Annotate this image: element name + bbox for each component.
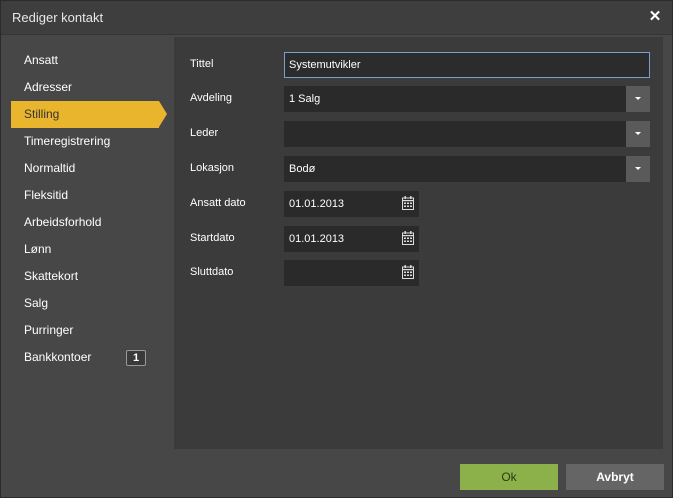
tittel-label: Tittel [190,58,214,70]
avdeling-value: 1 Salg [289,93,321,105]
sidebar-item-label: Purringer [24,323,74,337]
sidebar-item-stilling[interactable]: Stilling [11,101,167,128]
tittel-input[interactable]: Systemutvikler [284,52,650,78]
sidebar-item-salg[interactable]: Salg [11,290,161,317]
sidebar-item-purringer[interactable]: Purringer [11,317,161,344]
calendar-icon[interactable] [402,265,414,279]
dialog-title: Rediger kontakt [12,10,104,25]
lokasjon-value: Bodø [289,163,316,175]
row-lokasjon: Lokasjon Bodø [174,156,663,182]
startdato-input[interactable]: 01.01.2013 [284,226,419,252]
leder-select[interactable] [284,121,650,147]
sidebar-item-label: Salg [24,296,49,310]
sluttdato-label: Sluttdato [190,266,234,278]
ok-button[interactable]: Ok [460,464,558,490]
startdato-value: 01.01.2013 [289,233,345,245]
sidebar-item-adresser[interactable]: Adresser [11,74,161,101]
leder-label: Leder [190,127,219,139]
row-tittel: Tittel Systemutvikler [174,52,663,78]
ansatt-dato-input[interactable]: 01.01.2013 [284,191,419,217]
title-bar: Rediger kontakt ✕ [1,1,672,35]
row-leder: Leder [174,121,663,147]
chevron-down-icon[interactable] [626,156,650,182]
edit-contact-dialog: Rediger kontakt ✕ Ansatt Adresser Stilli… [0,0,673,498]
sidebar-item-ansatt[interactable]: Ansatt [11,47,161,74]
avdeling-select[interactable]: 1 Salg [284,86,650,112]
sidebar-item-label: Stilling [24,107,60,121]
count-badge: 1 [126,350,146,366]
row-avdeling: Avdeling 1 Salg [174,86,663,112]
row-sluttdato: Sluttdato [174,260,663,286]
sidebar-item-fleksitid[interactable]: Fleksitid [11,182,161,209]
calendar-icon[interactable] [402,231,414,245]
sidebar-item-label: Adresser [24,80,73,94]
sidebar-nav: Ansatt Adresser Stilling Timeregistrerin… [11,47,167,371]
sidebar-item-label: Skattekort [24,269,79,283]
row-startdato: Startdato 01.01.2013 [174,226,663,252]
lokasjon-label: Lokasjon [190,162,235,174]
startdato-label: Startdato [190,232,235,244]
sidebar-item-label: Normaltid [24,161,76,175]
avdeling-label: Avdeling [190,92,232,104]
sidebar-item-label: Ansatt [24,53,59,67]
sluttdato-input[interactable] [284,260,419,286]
sidebar-item-lonn[interactable]: Lønn [11,236,161,263]
tittel-value: Systemutvikler [289,59,361,71]
ansatt-dato-label: Ansatt dato [190,197,246,209]
cancel-button[interactable]: Avbryt [566,464,664,490]
sidebar-item-normaltid[interactable]: Normaltid [11,155,161,182]
row-ansatt-dato: Ansatt dato 01.01.2013 [174,191,663,217]
sidebar-item-bankkontoer[interactable]: Bankkontoer 1 [11,344,161,371]
sidebar-item-label: Timeregistrering [24,134,111,148]
sidebar-item-label: Bankkontoer [24,350,92,364]
chevron-down-icon[interactable] [626,86,650,112]
dialog-footer: Ok Avbryt [1,450,672,497]
sidebar-item-arbeidsforhold[interactable]: Arbeidsforhold [11,209,161,236]
form-panel: Tittel Systemutvikler Avdeling 1 Salg Le… [174,37,663,449]
lokasjon-select[interactable]: Bodø [284,156,650,182]
sidebar-item-timeregistrering[interactable]: Timeregistrering [11,128,161,155]
chevron-down-icon[interactable] [626,121,650,147]
close-icon[interactable]: ✕ [648,9,662,25]
sidebar-item-label: Fleksitid [24,188,69,202]
sidebar-item-label: Lønn [24,242,52,256]
sidebar-item-skattekort[interactable]: Skattekort [11,263,161,290]
sidebar-item-label: Arbeidsforhold [24,215,102,229]
ansatt-dato-value: 01.01.2013 [289,198,345,210]
calendar-icon[interactable] [402,196,414,210]
